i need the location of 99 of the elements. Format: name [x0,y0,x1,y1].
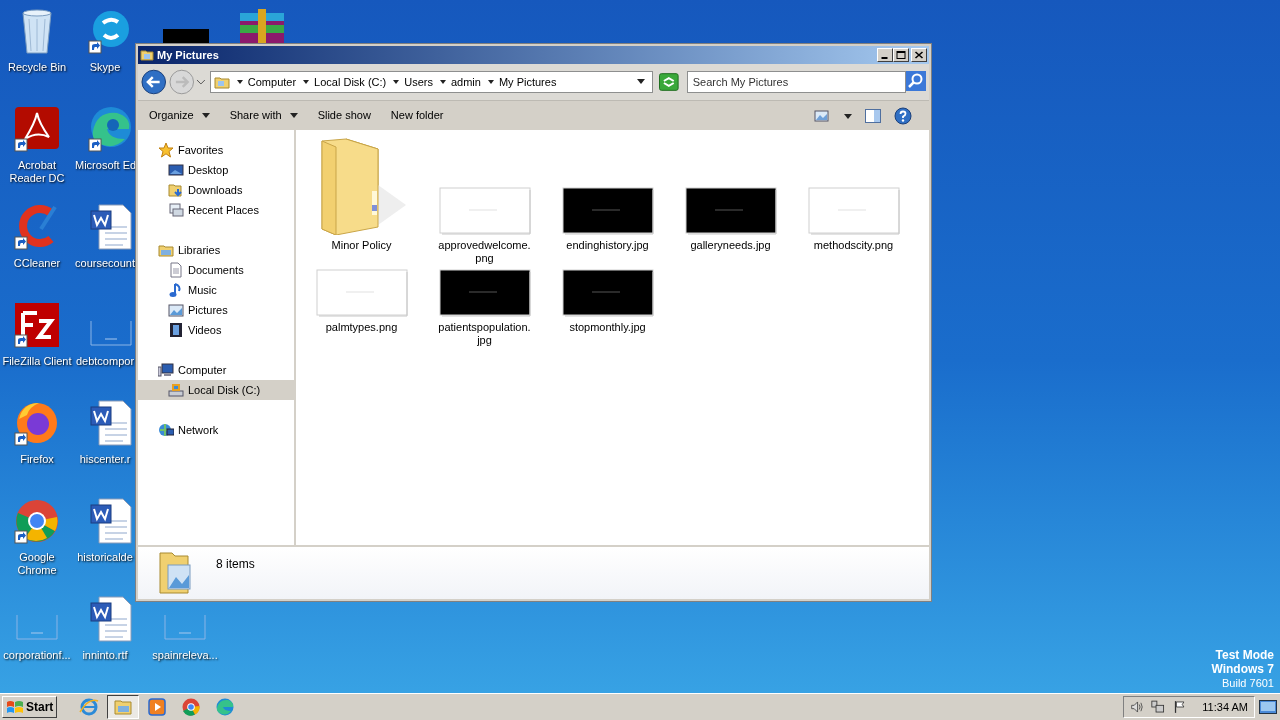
file-name[interactable]: stopmonthly.jpg [555,321,660,351]
show-desktop-icon[interactable] [1259,700,1277,714]
address-bar[interactable]: Computer Local Disk (C:) Users admin My Pictures [209,71,654,93]
icon-label[interactable]: Skype [75,61,135,74]
maximize-button[interactable] [893,48,909,62]
media-player-icon [147,697,168,717]
back-button[interactable] [141,69,167,95]
icon-label[interactable]: coursecount [75,257,135,270]
nav-item[interactable]: Pictures [138,300,294,320]
drive-icon [168,382,184,398]
flag-icon[interactable] [1172,699,1187,715]
clock[interactable]: 11:34 AM [1202,698,1248,716]
library-icon [158,242,174,258]
network-icon[interactable] [1151,699,1165,715]
breadcrumb-item[interactable]: Users [404,73,433,91]
icon-label[interactable]: CCleaner [1,257,73,270]
toolbar-button[interactable]: Slide show [309,103,379,128]
folder-icon [158,551,194,595]
icon-label[interactable]: Google Chrome [1,551,73,577]
browser-icon [181,697,202,717]
icon-label[interactable]: hiscenter.r [75,453,135,466]
nav-item[interactable]: Music [138,280,294,300]
folder-icon [168,182,184,198]
picture-icon [168,302,184,318]
toolbar-button[interactable]: New folder [382,103,452,128]
icon-label[interactable]: debtcompor [75,355,135,368]
watermark-text: Build 7601 [1222,676,1274,690]
breadcrumb-item[interactable]: admin [450,73,481,91]
file-name[interactable]: endinghistory.jpg [555,239,660,269]
pdf-app-icon[interactable] [13,105,61,153]
watermark-text: Test Mode [1215,648,1274,662]
watermark-text: Windows 7 [1211,662,1274,676]
start-button[interactable]: Start [2,696,58,718]
speaker-icon[interactable] [1130,699,1144,715]
nav-item[interactable]: Favorites [138,140,294,160]
file-name[interactable]: palmtypes.png [309,321,414,351]
ftp-app-icon[interactable] [13,301,61,349]
document-icon[interactable] [87,203,135,251]
recent-places-icon [168,202,184,218]
dropdown-icon[interactable] [636,78,647,86]
browser-icon[interactable] [13,497,61,545]
caret-icon [289,113,298,118]
history-dropdown-icon[interactable] [196,78,206,86]
nav-item[interactable]: Recent Places [138,200,294,220]
network-icon [158,422,174,438]
computer-icon [158,362,174,378]
nav-item[interactable]: Network [138,420,294,440]
nav-item[interactable]: Libraries [138,240,294,260]
film-strip-icon [168,322,184,338]
file-name[interactable]: approvedwelcome.png [432,239,537,269]
browser-icon [79,697,100,717]
nav-item[interactable]: Downloads [138,180,294,200]
caret-icon[interactable] [235,78,244,86]
folder-icon [213,74,230,90]
breadcrumb-item[interactable]: Computer [247,73,297,91]
preview-pane-icon[interactable] [864,107,882,124]
folder-icon [140,48,154,62]
nav-item[interactable]: Local Disk (C:) [138,380,294,400]
icon-label[interactable]: Firefox [1,453,73,466]
minimize-button[interactable] [877,48,893,62]
icon-label[interactable]: Microsoft Ed [75,159,135,172]
icon-label[interactable]: Acrobat Reader DC [1,159,73,185]
file-name[interactable]: Minor Policy [309,239,414,269]
help-icon[interactable] [894,106,912,125]
caret-icon[interactable] [486,78,495,86]
document-icon[interactable] [87,497,135,545]
close-button[interactable] [911,48,927,62]
nav-item[interactable]: Videos [138,320,294,340]
window-title: My Pictures [157,47,220,63]
caret-icon[interactable] [302,78,311,86]
folder-icon [113,697,134,717]
icon-label[interactable]: historicalde [75,551,135,564]
toolbar-button[interactable]: Organize [141,103,218,128]
file-name[interactable]: methodscity.png [801,239,906,269]
file-name[interactable]: patientspopulation.jpg [432,321,537,351]
browser-icon [215,697,236,717]
star-icon [158,142,174,158]
nav-item[interactable]: Desktop [138,160,294,180]
taskbar-app-button[interactable] [107,695,140,719]
toolbar-button[interactable]: Share with [221,103,306,128]
document-icon[interactable] [87,399,135,447]
refresh-button[interactable] [659,73,679,91]
breadcrumb-item[interactable]: My Pictures [498,73,557,91]
document-icon [168,262,184,278]
caret-icon[interactable] [438,78,447,86]
breadcrumb-item[interactable]: Local Disk (C:) [314,73,387,91]
search-field[interactable]: Search My Pictures [686,71,906,93]
monitor-icon [168,162,184,178]
item-count: 8 items [216,556,255,573]
icon-label[interactable]: FileZilla Client [1,355,73,368]
caret-icon[interactable] [392,78,401,86]
nav-item[interactable]: Documents [138,260,294,280]
search-icon[interactable] [906,71,926,91]
nav-item[interactable]: Computer [138,360,294,380]
file-name[interactable]: galleryneeds.jpg [678,239,783,269]
caret-icon [201,113,210,118]
document-icon[interactable] [87,595,135,643]
windows-logo-icon [6,699,24,715]
icon-label[interactable]: Recycle Bin [1,61,73,74]
